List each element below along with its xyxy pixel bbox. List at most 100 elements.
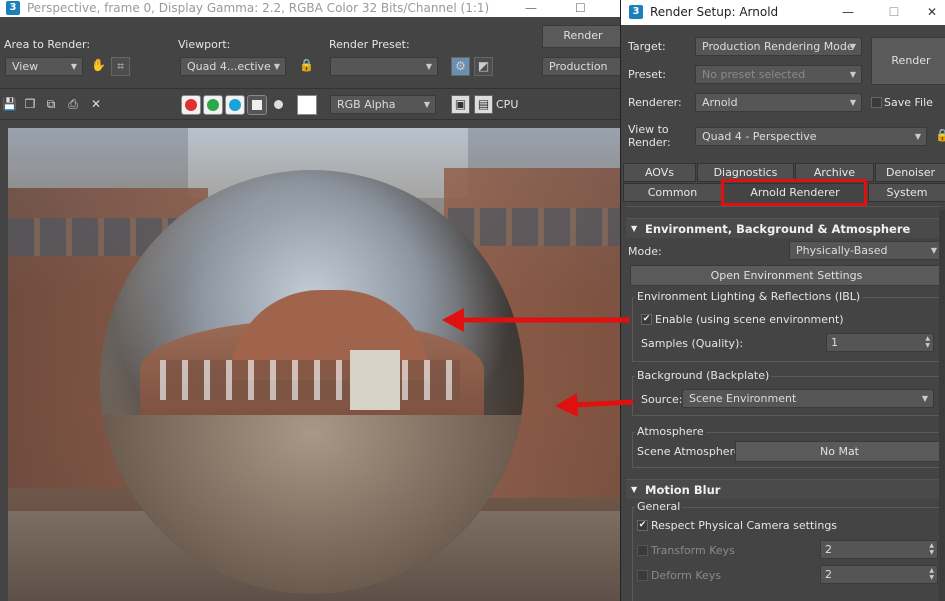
- red-channel-toggle[interactable]: [181, 95, 201, 115]
- background-group-title: Background (Backplate): [635, 369, 772, 382]
- mode-dropdown[interactable]: Physically-Based ▼: [789, 241, 943, 260]
- save-file-checkbox[interactable]: [871, 97, 882, 108]
- chevron-down-icon: ▼: [849, 98, 856, 107]
- atmosphere-group-title: Atmosphere: [635, 425, 706, 438]
- chrome-sphere: [100, 170, 524, 594]
- spinner-arrows-icon: ▲ ▼: [929, 567, 934, 581]
- copy-image-icon[interactable]: ❐: [23, 97, 37, 111]
- preset-label: Preset:: [628, 68, 667, 81]
- scrollbar[interactable]: [939, 210, 945, 601]
- tab-common[interactable]: Common: [623, 183, 722, 202]
- minimize-icon[interactable]: —: [525, 0, 537, 17]
- spinner-arrows-icon: ▲ ▼: [929, 542, 934, 556]
- area-to-render-dropdown[interactable]: View ▼: [5, 57, 83, 76]
- color-swatch[interactable]: [297, 95, 317, 115]
- environment-icon[interactable]: ◩: [474, 57, 493, 76]
- rendered-frame-window: 3 Perspective, frame 0, Display Gamma: 2…: [0, 0, 624, 601]
- auto-region-icon[interactable]: ⌗: [111, 57, 130, 76]
- chevron-down-icon: ▼: [921, 394, 928, 403]
- scene-atmosphere-label: Scene Atmosphere:: [637, 445, 745, 458]
- green-channel-toggle[interactable]: [203, 95, 223, 115]
- print-icon[interactable]: ⎙: [66, 97, 80, 111]
- tab-denoiser[interactable]: Denoiser: [875, 163, 945, 182]
- preset-dropdown[interactable]: No preset selected ▼: [695, 65, 862, 84]
- area-to-render-label: Area to Render:: [4, 38, 91, 51]
- chevron-down-icon: ▼: [849, 42, 856, 51]
- highlight-arnold-renderer-tab: [721, 179, 867, 206]
- enable-ibl-checkbox[interactable]: ✔: [641, 314, 652, 325]
- maximize-icon[interactable]: ☐: [879, 0, 909, 25]
- channel-display-dropdown[interactable]: RGB Alpha ▼: [330, 95, 436, 114]
- transform-keys-checkbox[interactable]: [637, 545, 648, 556]
- tab-system[interactable]: System: [868, 183, 945, 202]
- clone-frame-icon[interactable]: ⧉: [44, 97, 58, 111]
- chevron-down-icon: ▼: [70, 62, 77, 71]
- frame-render-button[interactable]: Render: [542, 25, 624, 48]
- production-dropdown[interactable]: Production: [542, 57, 624, 76]
- lock-icon[interactable]: 🔒: [935, 128, 945, 142]
- viewport-dropdown[interactable]: Quad 4...ective ▼: [180, 57, 286, 76]
- enable-ibl-label: Enable (using scene environment): [655, 313, 844, 326]
- render-setup-title: Render Setup: Arnold: [650, 5, 779, 19]
- display-toggle-icon[interactable]: ▣: [451, 95, 470, 114]
- minimize-icon[interactable]: —: [833, 0, 863, 25]
- collapse-triangle-icon: ▼: [631, 485, 638, 494]
- clear-icon[interactable]: ✕: [89, 97, 103, 111]
- target-dropdown[interactable]: Production Rendering Mode ▼: [695, 37, 862, 56]
- general-group-title: General: [635, 500, 683, 513]
- view-to-render-label-2: Render:: [628, 136, 671, 149]
- green-dot-icon: [207, 99, 219, 111]
- save-file-label: Save File: [884, 96, 933, 109]
- maximize-icon[interactable]: ☐: [575, 0, 586, 17]
- chevron-down-icon: ▼: [930, 246, 937, 255]
- transform-keys-spinner[interactable]: 2 ▲ ▼: [820, 540, 938, 559]
- blue-channel-toggle[interactable]: [225, 95, 245, 115]
- render-preset-label: Render Preset:: [329, 38, 410, 51]
- chevron-down-icon: ▼: [423, 100, 430, 109]
- chevron-down-icon: ▼: [914, 132, 921, 141]
- open-environment-settings-button[interactable]: Open Environment Settings: [630, 265, 943, 286]
- respect-camera-label: Respect Physical Camera settings: [651, 519, 838, 532]
- respect-camera-checkbox[interactable]: ✔: [637, 520, 648, 531]
- deform-keys-spinner[interactable]: 2 ▲ ▼: [820, 565, 938, 584]
- render-type-icon[interactable]: ▤: [474, 95, 493, 114]
- frame-window-titlebar: 3 Perspective, frame 0, Display Gamma: 2…: [0, 0, 624, 17]
- deform-keys-checkbox[interactable]: [637, 570, 648, 581]
- app-logo-icon: 3: [629, 5, 643, 19]
- source-label: Source:: [641, 393, 683, 406]
- frame-window-title: Perspective, frame 0, Display Gamma: 2.2…: [27, 1, 490, 15]
- ibl-group: Environment Lighting & Reflections (IBL): [632, 290, 945, 362]
- lock-icon[interactable]: 🔒: [297, 57, 316, 76]
- motion-blur-section-header[interactable]: ▼ Motion Blur: [626, 479, 941, 499]
- spinner-arrows-icon: ▲ ▼: [925, 335, 930, 349]
- blue-dot-icon: [229, 99, 241, 111]
- view-to-render-dropdown[interactable]: Quad 4 - Perspective ▼: [695, 127, 927, 146]
- chevron-down-icon: ▼: [273, 62, 280, 71]
- ibl-group-title: Environment Lighting & Reflections (IBL): [635, 290, 863, 303]
- scene-atmosphere-button[interactable]: No Mat: [735, 441, 944, 462]
- alpha-channel-toggle[interactable]: [247, 95, 267, 115]
- renderer-label: Renderer:: [628, 96, 682, 109]
- source-dropdown[interactable]: Scene Environment ▼: [682, 389, 934, 408]
- app-logo-icon: 3: [6, 1, 20, 15]
- render-setup-icon[interactable]: ⚙: [451, 57, 470, 76]
- transform-keys-label: Transform Keys: [651, 544, 735, 557]
- mono-channel-icon[interactable]: [274, 100, 283, 109]
- render-setup-titlebar: 3 Render Setup: Arnold — ☐ ✕: [621, 0, 945, 25]
- samples-label: Samples (Quality):: [641, 337, 744, 350]
- samples-spinner[interactable]: 1 ▲ ▼: [826, 333, 934, 352]
- render-setup-window: 3 Render Setup: Arnold — ☐ ✕ Target: Pro…: [620, 0, 945, 601]
- target-label: Target:: [628, 40, 666, 53]
- alpha-square-icon: [252, 100, 262, 110]
- callout-arrow-background: [555, 393, 634, 417]
- render-preset-dropdown[interactable]: ▼: [330, 57, 438, 76]
- render-button[interactable]: Render: [871, 37, 945, 85]
- close-icon[interactable]: ✕: [917, 0, 945, 25]
- hand-pan-icon[interactable]: ✋: [89, 57, 108, 76]
- save-image-icon[interactable]: 💾: [2, 97, 17, 111]
- renderer-dropdown[interactable]: Arnold ▼: [695, 93, 862, 112]
- red-dot-icon: [185, 99, 197, 111]
- viewport-label: Viewport:: [178, 38, 231, 51]
- tab-aovs[interactable]: AOVs: [623, 163, 696, 182]
- env-section-header[interactable]: ▼ Environment, Background & Atmosphere: [626, 218, 941, 238]
